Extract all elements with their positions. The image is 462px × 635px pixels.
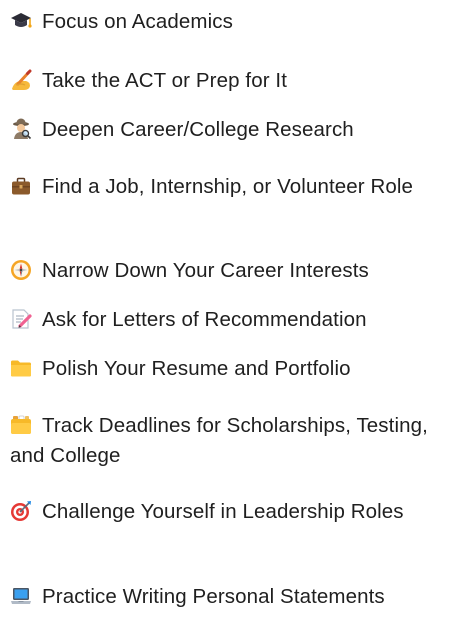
list-item: Track Deadlines for Scholarships, Testin… [10,411,462,471]
graduation-cap-icon [10,10,32,32]
folder-icon [10,357,32,379]
goals-list: Focus on Academics Take the ACT or Prep … [0,0,462,635]
list-item: Challenge Yourself in Leadership Roles [10,497,462,527]
card-index-dividers-icon [10,414,32,436]
list-item: Focus on Academics [10,7,462,37]
compass-icon [10,259,32,281]
writing-hand-icon [10,69,32,91]
item-text: Practice Writing Personal Statements [42,585,385,608]
item-text: Deepen Career/College Research [42,118,354,141]
list-item: Ask for Letters of Recommendation [10,305,462,335]
list-item: Narrow Down Your Career Interests [10,256,462,286]
item-text: Focus on Academics [42,10,233,33]
item-text: Take the ACT or Prep for It [42,69,288,92]
briefcase-icon [10,175,32,197]
list-item: Practice Writing Personal Statements [10,582,462,612]
direct-hit-icon [10,500,32,522]
memo-icon [10,308,32,330]
list-item: Deepen Career/College Research [10,115,462,145]
detective-icon [10,118,32,140]
list-item: Polish Your Resume and Portfolio [10,354,462,384]
item-text: Find a Job, Internship, or Volunteer Rol… [42,175,414,198]
laptop-icon [10,585,32,607]
item-text: Track Deadlines for Scholarships, Testin… [10,414,428,467]
list-item: Find a Job, Internship, or Volunteer Rol… [10,172,462,202]
item-text: Ask for Letters of Recommendation [42,308,367,331]
item-text: Narrow Down Your Career Interests [42,259,369,282]
item-text: Challenge Yourself in Leadership Roles [42,500,404,523]
item-text: Polish Your Resume and Portfolio [42,357,351,380]
list-item: Take the ACT or Prep for It [10,66,462,96]
